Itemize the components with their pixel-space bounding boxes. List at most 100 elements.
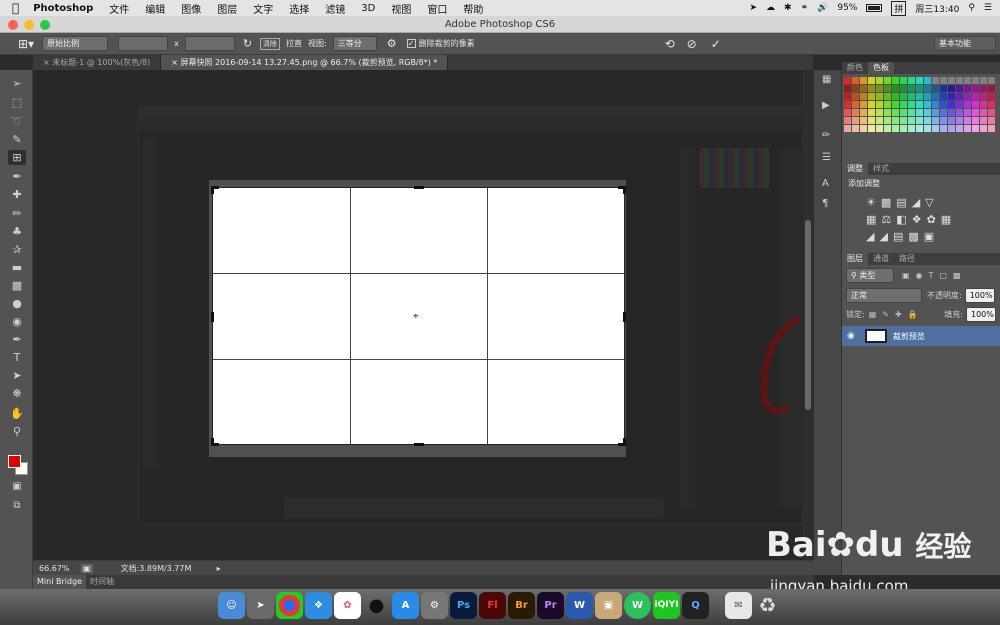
marquee-tool-icon[interactable]: ⬚ [8, 95, 26, 110]
color-swatch[interactable] [892, 125, 899, 132]
color-swatch[interactable] [860, 85, 867, 92]
color-swatch[interactable] [884, 109, 891, 116]
crop-center-icon[interactable]: ⌖ [413, 311, 419, 322]
tab-screenshot[interactable]: × 屏幕快照 2016-09-14 13.27.45.png @ 66.7% (… [161, 55, 449, 70]
color-swatch[interactable] [948, 117, 955, 124]
color-swatch[interactable] [956, 117, 963, 124]
brush-tool-icon[interactable]: ✏ [8, 206, 26, 221]
spotlight-icon[interactable]: ⚲ [968, 3, 975, 13]
volume-icon[interactable]: 🔊 [817, 3, 828, 13]
color-swatch[interactable] [884, 117, 891, 124]
color-swatch[interactable] [868, 101, 875, 108]
crop-handle-top[interactable] [414, 186, 424, 189]
color-swatch[interactable] [940, 125, 947, 132]
menu-3d[interactable]: 3D [353, 3, 383, 14]
channel-mixer-icon[interactable]: ✿ [927, 213, 941, 226]
status-menu-icon[interactable]: ▣ [81, 563, 93, 573]
dock-appstore-icon[interactable]: A [392, 592, 419, 619]
color-swatch[interactable] [900, 101, 907, 108]
color-swatch[interactable] [964, 117, 971, 124]
color-swatch[interactable] [924, 117, 931, 124]
color-swatch[interactable] [980, 93, 987, 100]
tab-color[interactable]: 颜色 [842, 62, 868, 74]
color-swatch[interactable] [844, 125, 851, 132]
color-swatch[interactable] [988, 109, 995, 116]
crop-handle-right[interactable] [623, 312, 626, 322]
threshold-icon[interactable]: ▤ [893, 230, 908, 243]
delete-pixels-checkbox[interactable]: ✓ [406, 39, 416, 48]
layer-filter-icons[interactable]: ▣◉T▢▩ [902, 271, 967, 280]
menu-select[interactable]: 选择 [281, 1, 317, 16]
color-swatch[interactable] [860, 117, 867, 124]
color-swatch[interactable] [868, 117, 875, 124]
menu-image[interactable]: 图像 [173, 1, 209, 16]
color-swatch[interactable] [892, 117, 899, 124]
color-swatch[interactable] [972, 77, 979, 84]
color-swatch[interactable] [956, 77, 963, 84]
tab-timeline[interactable]: 时间轴 [86, 575, 118, 589]
color-swatch[interactable] [908, 101, 915, 108]
menu-file[interactable]: 文件 [101, 1, 137, 16]
vertical-scrollbar-thumb[interactable] [805, 220, 811, 410]
color-balance-icon[interactable]: ⚖ [881, 213, 896, 226]
color-swatch[interactable] [956, 85, 963, 92]
app-menu[interactable]: Photoshop [25, 3, 101, 14]
color-lookup-icon[interactable]: ▦ [941, 213, 956, 226]
layer-row[interactable]: ◉ 裁剪预览 [842, 326, 1000, 346]
color-swatch[interactable] [956, 93, 963, 100]
color-swatch[interactable] [948, 93, 955, 100]
shape-tool-icon[interactable]: ❋ [8, 386, 26, 401]
color-swatch[interactable] [868, 125, 875, 132]
stamp-tool-icon[interactable]: ♣ [8, 224, 26, 239]
color-swatch[interactable] [908, 77, 915, 84]
color-swatch[interactable] [916, 85, 923, 92]
color-swatch[interactable] [908, 93, 915, 100]
color-swatch[interactable] [900, 117, 907, 124]
dock-system-preferences-icon[interactable]: ⚙ [421, 592, 448, 619]
tab-untitled[interactable]: × 未标题-1 @ 100%(灰色/8) [33, 55, 162, 70]
photo-filter-icon[interactable]: ❖ [912, 213, 927, 226]
color-swatch[interactable] [892, 85, 899, 92]
color-swatch[interactable] [908, 85, 915, 92]
vibrance-icon[interactable]: ▽ [925, 196, 938, 209]
dock-safari-icon[interactable]: ❖ [305, 592, 332, 619]
color-swatch[interactable] [852, 117, 859, 124]
selective-color-icon[interactable]: ▣ [924, 230, 939, 243]
character-panel-icon[interactable]: A [822, 178, 829, 189]
color-swatch[interactable] [956, 101, 963, 108]
color-swatch[interactable] [860, 77, 867, 84]
invert-icon[interactable]: ◢ [866, 230, 879, 243]
menu-type[interactable]: 文字 [245, 1, 281, 16]
color-swatch[interactable] [900, 77, 907, 84]
color-swatch[interactable] [852, 77, 859, 84]
tab-adjustments[interactable]: 调整 [842, 163, 868, 175]
levels-icon[interactable]: ▩ [881, 196, 896, 209]
color-swatch[interactable] [876, 125, 883, 132]
battery-label[interactable]: 95% [837, 3, 857, 13]
zoom-window-icon[interactable] [40, 20, 50, 30]
foreground-color-swatch[interactable] [8, 455, 21, 468]
quick-select-tool-icon[interactable]: ✎ [8, 132, 26, 147]
color-swatch[interactable] [868, 85, 875, 92]
color-swatch[interactable] [844, 101, 851, 108]
color-swatch[interactable] [932, 117, 939, 124]
color-swatch[interactable] [876, 101, 883, 108]
history-brush-tool-icon[interactable]: ✰ [8, 242, 26, 257]
color-swatch[interactable] [852, 85, 859, 92]
color-swatch[interactable] [964, 77, 971, 84]
brush-panel-icon[interactable]: ✏ [822, 130, 830, 141]
color-swatch[interactable] [924, 109, 931, 116]
color-swatch[interactable] [868, 77, 875, 84]
color-swatch[interactable] [876, 93, 883, 100]
dock-iqiyi-icon[interactable]: iQIYI [653, 592, 680, 619]
color-swatch[interactable] [972, 93, 979, 100]
menu-edit[interactable]: 编辑 [137, 1, 173, 16]
crop-tool-icon[interactable]: ⊞ [8, 150, 26, 165]
clock[interactable]: 周三13:40 [915, 2, 959, 15]
width-input[interactable] [118, 36, 169, 51]
blur-tool-icon[interactable]: ● [8, 296, 26, 311]
color-swatch[interactable] [884, 93, 891, 100]
crop-handle-tl[interactable] [211, 186, 219, 194]
color-swatch[interactable] [964, 109, 971, 116]
zoom-tool-icon[interactable]: ⚲ [8, 424, 26, 439]
